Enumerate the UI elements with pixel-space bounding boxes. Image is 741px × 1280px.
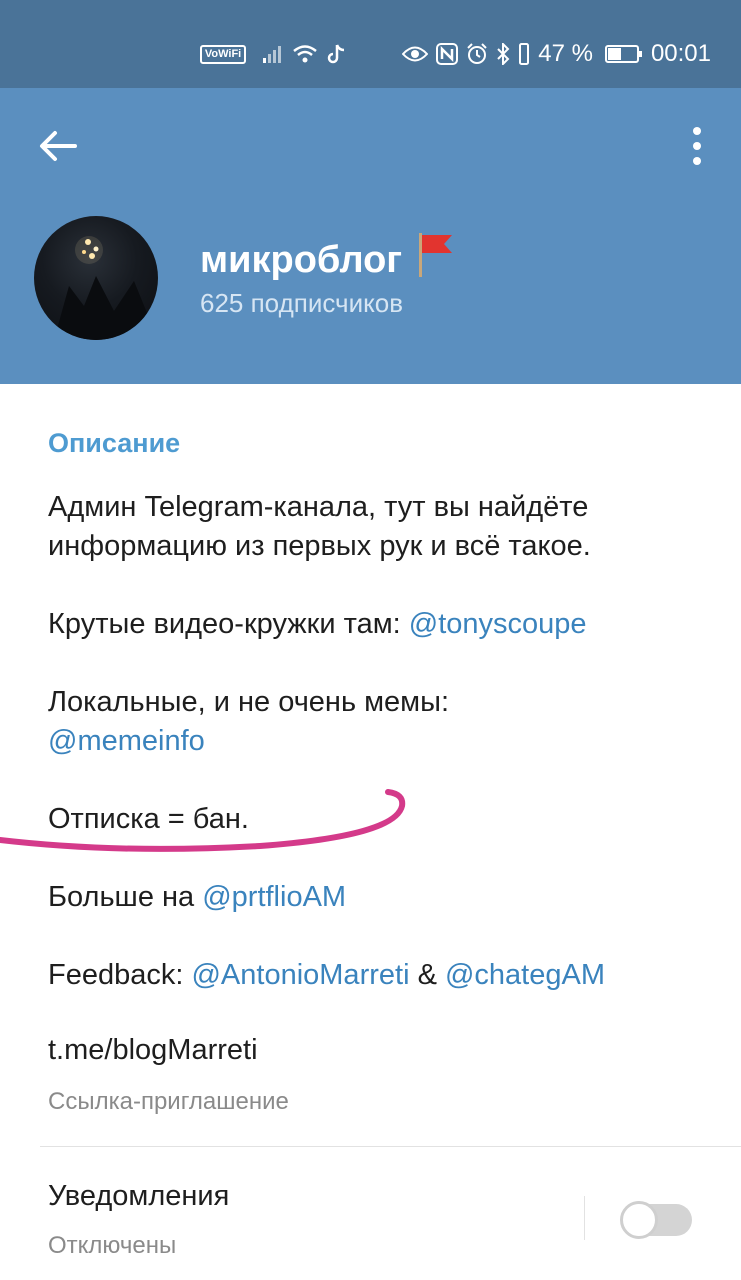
battery-percent: 47 % <box>538 40 593 67</box>
status-bar: VoWiFi 47 % 00:01 <box>0 0 741 88</box>
description-paragraph: Больше на @prtflioAM <box>48 878 708 917</box>
channel-name: микроблог <box>200 238 403 281</box>
tiktok-icon <box>326 43 346 65</box>
mention-link[interactable]: @AntonioMarreti <box>191 959 409 991</box>
status-icons: VoWiFi 47 % 00:01 <box>199 36 711 72</box>
channel-header: микроблог 625 подписчиков <box>0 88 741 384</box>
paragraph-text: Админ Telegram-канала, тут вы найдёте ин… <box>48 491 591 562</box>
paragraph-text: Feedback: <box>48 959 192 991</box>
more-dot-icon <box>693 127 701 135</box>
alarm-icon <box>466 43 488 65</box>
mention-link[interactable]: @memeinfo <box>48 725 205 757</box>
bluetooth-icon <box>496 43 510 65</box>
wifi-icon <box>292 44 318 64</box>
description-paragraph: Отписка = бан. <box>48 800 708 839</box>
mention-link[interactable]: @tonyscoupe <box>409 608 587 640</box>
notifications-toggle[interactable] <box>620 1201 692 1239</box>
avatar-image <box>54 236 158 340</box>
invite-link[interactable]: t.me/blogMarreti <box>48 1034 258 1067</box>
notifications-title[interactable]: Уведомления <box>48 1180 229 1213</box>
channel-info: Описание Админ Telegram-канала, тут вы н… <box>0 384 741 1280</box>
subscriber-count: 625 подписчиков <box>200 288 404 318</box>
paragraph-text: Локальные, и не очень мемы: <box>48 686 450 718</box>
paragraph-text: Больше на <box>48 881 203 913</box>
battery-icon <box>604 45 642 63</box>
description-text: Админ Telegram-канала, тут вы найдёте ин… <box>48 488 708 1034</box>
description-paragraph: Локальные, и не очень мемы: @memeinfo <box>48 683 708 761</box>
back-arrow-icon <box>40 131 77 161</box>
more-dot-icon <box>693 157 701 165</box>
paragraph-text: Отписка = бан. <box>48 803 249 835</box>
channel-title: микроблог <box>200 231 456 289</box>
divider <box>40 1146 741 1147</box>
mention-link[interactable]: @prtflioAM <box>202 881 346 913</box>
channel-avatar[interactable] <box>34 216 158 340</box>
notifications-status: Отключены <box>48 1232 177 1259</box>
back-button[interactable] <box>28 118 88 174</box>
description-section-title: Описание <box>48 428 181 458</box>
description-paragraph: Админ Telegram-канала, тут вы найдёте ин… <box>48 488 708 566</box>
vibrate-icon <box>518 43 530 65</box>
vowifi-badge: VoWiFi <box>199 44 247 64</box>
paragraph-text: Крутые видео-кружки там: <box>48 608 409 640</box>
clock: 00:01 <box>650 40 711 67</box>
eye-icon <box>402 45 429 63</box>
toggle-knob <box>620 1201 658 1239</box>
description-paragraph: Крутые видео-кружки там: @tonyscoupe <box>48 605 708 644</box>
battery-fill <box>607 48 621 60</box>
nfc-icon <box>436 43 459 65</box>
paragraph-text: & <box>409 959 445 991</box>
invite-link-label: Ссылка-приглашение <box>48 1088 289 1115</box>
vertical-divider <box>584 1196 585 1240</box>
more-dot-icon <box>693 142 701 150</box>
more-options-button[interactable] <box>677 118 717 174</box>
signal-icon <box>262 44 284 64</box>
mention-link[interactable]: @chategAM <box>445 959 605 991</box>
description-paragraph: Feedback: @AntonioMarreti & @chategAM <box>48 956 708 995</box>
flag-icon <box>416 231 456 289</box>
